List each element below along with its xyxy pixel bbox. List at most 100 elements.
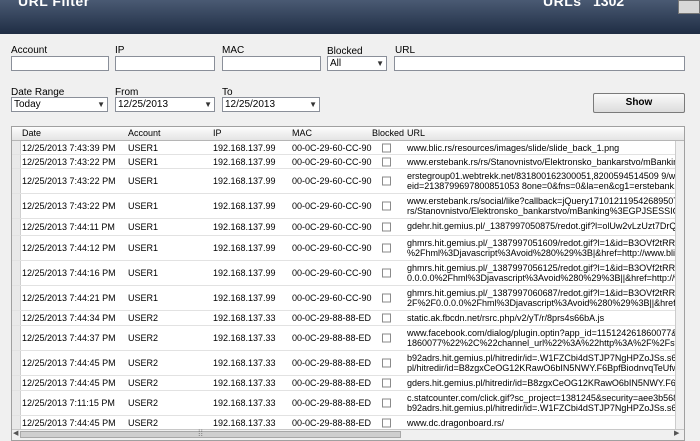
column-header-blocked[interactable]: Blocked (372, 128, 404, 138)
url-input[interactable] (394, 56, 685, 71)
blocked-checkbox[interactable] (382, 268, 391, 278)
blocked-checkbox[interactable] (382, 358, 391, 368)
cell-ip: 192.168.137.99 (213, 293, 276, 303)
table-row[interactable]: 12/25/2013 7:44:37 PM USER2 192.168.137.33… (12, 326, 684, 351)
ip-input[interactable] (115, 56, 215, 71)
row-selector[interactable] (12, 286, 21, 310)
cell-ip: 192.168.137.99 (213, 222, 276, 232)
url-label: URL (395, 45, 416, 56)
cell-account: USER1 (128, 293, 159, 303)
column-header-date[interactable]: Date (22, 128, 41, 138)
blocked-checkbox[interactable] (382, 176, 391, 186)
blocked-checkbox[interactable] (382, 333, 391, 343)
cell-account: USER2 (128, 358, 159, 368)
blocked-checkbox[interactable] (382, 293, 391, 303)
cell-url: c.statcounter.com/click.gif?sc_project=1… (407, 393, 684, 413)
table-row[interactable]: 12/25/2013 7:44:45 PM USER2 192.168.137.33… (12, 376, 684, 391)
table-row[interactable]: 12/25/2013 7:44:16 PM USER1 192.168.137.99… (12, 261, 684, 286)
cell-date: 12/25/2013 7:11:15 PM (22, 398, 115, 408)
row-selector[interactable] (12, 261, 21, 285)
table-row[interactable]: 12/25/2013 7:44:12 PM USER1 192.168.137.99… (12, 236, 684, 261)
column-header-account[interactable]: Account (128, 128, 161, 138)
cell-date: 12/25/2013 7:44:16 PM (22, 268, 116, 278)
cell-url: ghmrs.hit.gemius.pl/_1387997060687/redot… (407, 288, 684, 308)
table-row[interactable]: 12/25/2013 7:44:34 PM USER2 192.168.137.33… (12, 311, 684, 326)
scroll-right-icon[interactable]: ▶ (674, 429, 679, 437)
blocked-checkbox[interactable] (382, 222, 391, 232)
cell-ip: 192.168.137.33 (213, 313, 276, 323)
row-selector[interactable] (12, 194, 21, 218)
cell-date: 12/25/2013 7:43:39 PM (22, 142, 116, 153)
row-selector[interactable] (12, 416, 21, 430)
cell-account: USER2 (128, 418, 159, 428)
cell-account: USER1 (128, 201, 159, 211)
from-date-value: 12/25/2013 (118, 99, 169, 110)
cell-date: 12/25/2013 7:44:12 PM (22, 243, 116, 253)
mac-input[interactable] (222, 56, 321, 71)
cell-url: gdehr.hit.gemius.pl/_1387997050875/redot… (407, 221, 683, 231)
row-selector[interactable] (12, 311, 21, 325)
ip-label: IP (115, 45, 125, 56)
cell-url: static.ak.fbcdn.net/rsrc.php/v2/yT/r/8pr… (407, 313, 605, 323)
cell-date: 12/25/2013 7:44:45 PM (22, 378, 116, 388)
column-header-ip[interactable]: IP (213, 128, 222, 138)
scroll-left-icon[interactable]: ◀ (13, 429, 18, 437)
cell-mac: 00-0C-29-60-CC-90 (292, 156, 372, 167)
cell-mac: 00-0C-29-88-88-ED (292, 398, 372, 408)
cell-account: USER2 (128, 313, 159, 323)
cell-mac: 00-0C-29-60-CC-90 (292, 222, 372, 232)
horizontal-scrollbar[interactable]: ◀ ⁞⁞ ▶ (12, 428, 684, 440)
table-row[interactable]: 12/25/2013 7:11:15 PM USER2 192.168.137.33… (12, 391, 684, 416)
blocked-checkbox[interactable] (382, 201, 391, 211)
chevron-down-icon: ▼ (376, 59, 384, 68)
blocked-select[interactable]: All ▼ (327, 56, 387, 71)
to-date-picker[interactable]: 12/25/2013 ▼ (222, 97, 320, 112)
cell-url: ghmrs.hit.gemius.pl/_1387997051609/redot… (407, 238, 684, 258)
row-selector[interactable] (12, 391, 21, 415)
blocked-checkbox[interactable] (382, 157, 391, 166)
horizontal-scroll-thumb[interactable] (20, 431, 401, 438)
table-row[interactable]: 12/25/2013 7:44:11 PM USER1 192.168.137.99… (12, 219, 684, 236)
account-input[interactable] (11, 56, 109, 71)
date-range-select[interactable]: Today ▼ (11, 97, 108, 112)
chevron-down-icon: ▼ (309, 100, 317, 109)
row-selector[interactable] (12, 376, 21, 390)
table-row[interactable]: 12/25/2013 7:43:22 PM USER1 192.168.137.99… (12, 194, 684, 219)
blocked-checkbox[interactable] (382, 143, 391, 152)
row-selector[interactable] (12, 326, 21, 350)
row-selector[interactable] (12, 236, 21, 260)
table-row[interactable]: 12/25/2013 7:43:22 PM USER1 192.168.137.99… (12, 169, 684, 194)
cell-account: USER1 (128, 222, 159, 232)
table-row[interactable]: 12/25/2013 7:43:22 PM USER1 192.168.137.99… (12, 155, 684, 169)
blocked-checkbox[interactable] (382, 243, 391, 253)
cell-date: 12/25/2013 7:43:22 PM (22, 156, 116, 167)
cell-account: USER1 (128, 176, 159, 186)
vertical-scrollbar[interactable] (675, 141, 684, 431)
blocked-checkbox[interactable] (382, 418, 391, 428)
row-selector[interactable] (12, 169, 21, 193)
window-control-button[interactable] (678, 0, 700, 14)
cell-ip: 192.168.137.33 (213, 358, 276, 368)
row-selector[interactable] (12, 141, 21, 154)
from-date-picker[interactable]: 12/25/2013 ▼ (115, 97, 215, 112)
blocked-checkbox[interactable] (382, 313, 391, 323)
cell-date: 12/25/2013 7:43:22 PM (22, 176, 116, 186)
blocked-checkbox[interactable] (382, 378, 391, 388)
cell-url: erstegroup01.webtrekk.net/83180016230005… (407, 171, 684, 191)
row-selector[interactable] (12, 219, 21, 235)
cell-mac: 00-0C-29-60-CC-90 (292, 268, 372, 278)
cell-ip: 192.168.137.33 (213, 418, 276, 428)
cell-account: USER1 (128, 268, 159, 278)
table-row[interactable]: 12/25/2013 7:44:45 PM USER2 192.168.137.33… (12, 351, 684, 376)
table-row[interactable]: 12/25/2013 7:44:21 PM USER1 192.168.137.99… (12, 286, 684, 311)
show-button[interactable]: Show (593, 93, 685, 113)
blocked-select-value: All (330, 58, 342, 69)
grid-rows: 12/25/2013 7:43:39 PM USER1 192.168.137.99… (12, 141, 684, 431)
column-header-mac[interactable]: MAC (292, 128, 312, 138)
cell-account: USER1 (128, 142, 159, 153)
row-selector[interactable] (12, 155, 21, 168)
row-selector[interactable] (12, 351, 21, 375)
column-header-url[interactable]: URL (407, 128, 425, 138)
blocked-checkbox[interactable] (382, 398, 391, 408)
table-row[interactable]: 12/25/2013 7:43:39 PM USER1 192.168.137.99… (12, 141, 684, 155)
